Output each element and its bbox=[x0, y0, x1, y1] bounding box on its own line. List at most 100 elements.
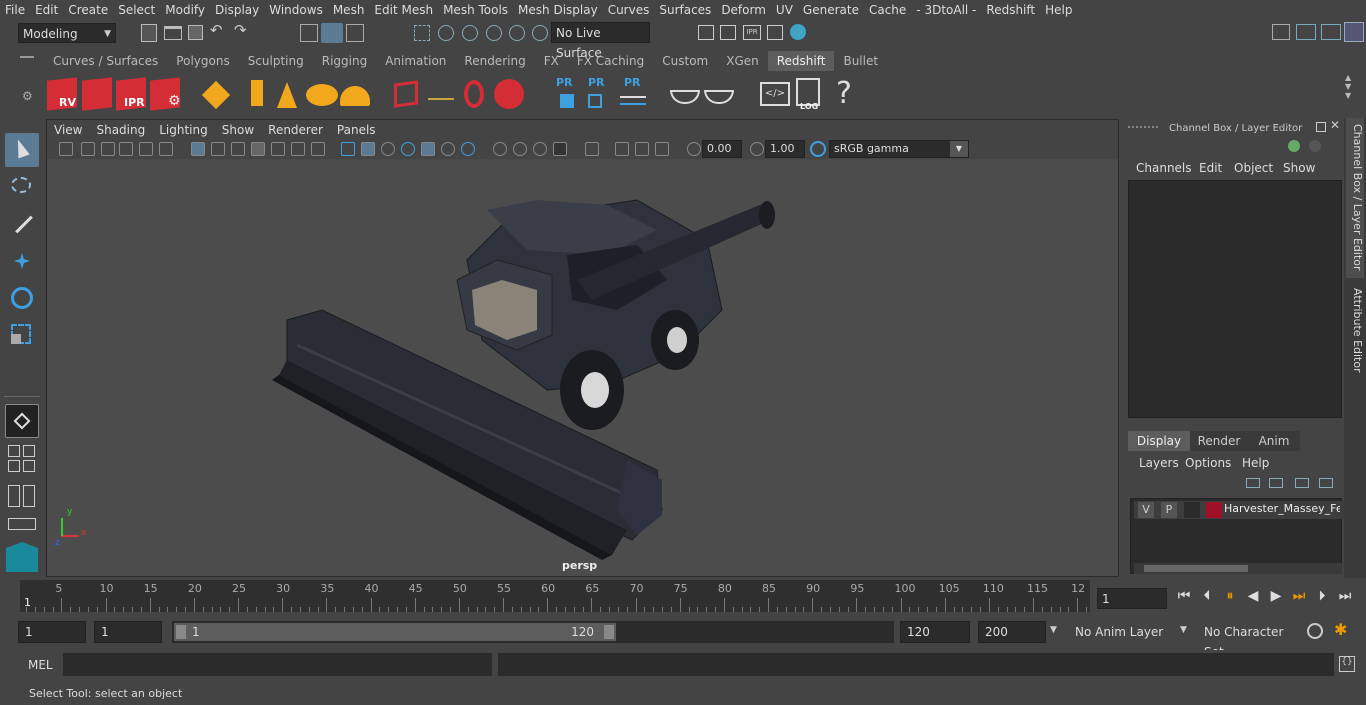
float-panel-icon[interactable] bbox=[1316, 122, 1326, 132]
xray-joints-icon[interactable] bbox=[615, 142, 629, 156]
anim-layer-chevron-icon[interactable]: ▼ bbox=[1050, 625, 1057, 635]
bake-set-icon[interactable] bbox=[702, 76, 736, 112]
layer-playback-toggle[interactable]: P bbox=[1161, 502, 1177, 518]
redshift-light-cone-icon[interactable] bbox=[270, 76, 304, 112]
attribute-editor-toggle-icon[interactable] bbox=[1321, 24, 1341, 40]
new-layer-icon[interactable] bbox=[1295, 478, 1309, 488]
select-component-icon[interactable] bbox=[346, 24, 364, 42]
menu-file[interactable]: File bbox=[0, 0, 30, 20]
layer-row[interactable]: V P Harvester_Massey_Ferg bbox=[1134, 501, 1344, 519]
auto-key-icon[interactable] bbox=[1307, 623, 1323, 639]
go-to-end-icon[interactable]: ⏭ bbox=[1337, 588, 1353, 604]
ipr-render-icon[interactable]: IPR bbox=[743, 25, 761, 40]
tab-polygons[interactable]: Polygons bbox=[167, 51, 238, 71]
redshift-render-view-icon[interactable]: RV bbox=[45, 76, 79, 112]
modeling-toolkit-icon[interactable] bbox=[1296, 24, 1316, 40]
viewport-menu-panels[interactable]: Panels bbox=[330, 123, 383, 137]
camera-attr-icon[interactable] bbox=[81, 142, 95, 156]
move-tool-icon[interactable] bbox=[5, 245, 39, 279]
menu-cache[interactable]: Cache bbox=[864, 0, 911, 20]
undo-icon[interactable]: ↶ bbox=[210, 21, 223, 39]
move-layer-down-icon[interactable] bbox=[1269, 478, 1283, 488]
motion-blur-icon[interactable] bbox=[493, 142, 507, 156]
mode-selector[interactable]: Modeling ▼ bbox=[18, 23, 116, 43]
snap-curve-icon[interactable] bbox=[438, 25, 454, 41]
tab-fx[interactable]: FX bbox=[535, 51, 568, 71]
redshift-curve-icon[interactable] bbox=[460, 76, 494, 112]
select-tool-icon[interactable] bbox=[5, 133, 39, 167]
new-scene-icon[interactable] bbox=[141, 24, 157, 42]
channel-box-toggle-icon[interactable] bbox=[1344, 22, 1364, 42]
ambient-occlusion-icon[interactable] bbox=[461, 142, 475, 156]
tab-attribute-editor[interactable]: Attribute Editor bbox=[1346, 282, 1364, 382]
layout-four-icon[interactable] bbox=[23, 445, 35, 457]
color-management-icon[interactable] bbox=[810, 141, 826, 157]
menu-edit[interactable]: Edit bbox=[1199, 161, 1222, 175]
redshift-batch-render-icon[interactable] bbox=[80, 76, 114, 112]
character-set-dropdown[interactable]: No Character Set bbox=[1197, 621, 1297, 659]
render-view-icon[interactable] bbox=[698, 25, 714, 40]
menu-edit[interactable]: Edit bbox=[30, 0, 63, 20]
play-forward-icon[interactable]: ▶ bbox=[1268, 588, 1284, 604]
select-object-icon[interactable] bbox=[321, 23, 343, 43]
anim-layer-dropdown[interactable]: No Anim Layer bbox=[1068, 621, 1180, 643]
animation-prefs-icon[interactable]: ✱ bbox=[1334, 620, 1347, 639]
depth-of-field-icon[interactable] bbox=[533, 142, 547, 156]
use-lights-icon[interactable] bbox=[421, 142, 435, 156]
viewport-menu-shading[interactable]: Shading bbox=[89, 123, 152, 137]
menu-surfaces[interactable]: Surfaces bbox=[654, 0, 716, 20]
viewport-menu-lighting[interactable]: Lighting bbox=[152, 123, 215, 137]
shadows-icon[interactable] bbox=[441, 142, 455, 156]
tab-bullet[interactable]: Bullet bbox=[834, 51, 887, 71]
redo-icon[interactable]: ↷ bbox=[234, 21, 247, 39]
layer-scrollbar[interactable] bbox=[1134, 563, 1342, 574]
film-gate-icon[interactable] bbox=[211, 142, 225, 156]
menu-channels[interactable]: Channels bbox=[1136, 161, 1192, 175]
playback-start-field[interactable]: 1 bbox=[94, 621, 162, 643]
image-plane-icon[interactable] bbox=[119, 142, 133, 156]
exposure-icon[interactable] bbox=[687, 142, 701, 156]
tab-display[interactable]: Display bbox=[1128, 431, 1190, 451]
menu-help[interactable]: Help bbox=[1242, 456, 1269, 470]
tab-rendering[interactable]: Rendering bbox=[455, 51, 534, 71]
rotate-tool-icon[interactable] bbox=[5, 281, 39, 315]
scale-tool-icon[interactable] bbox=[5, 318, 39, 352]
camera-select-icon[interactable] bbox=[59, 142, 73, 156]
help-icon[interactable]: ? bbox=[830, 76, 864, 112]
menu-layers[interactable]: Layers bbox=[1139, 456, 1179, 470]
open-scene-icon[interactable] bbox=[164, 26, 182, 40]
tab-curves-surfaces[interactable]: Curves / Surfaces bbox=[44, 51, 167, 71]
layer-type-toggle[interactable] bbox=[1184, 502, 1200, 518]
character-set-chevron-icon[interactable]: ▼ bbox=[1180, 625, 1187, 635]
textured-icon[interactable] bbox=[401, 142, 415, 156]
tab-channel-box[interactable]: Channel Box / Layer Editor bbox=[1346, 118, 1364, 278]
range-start-handle[interactable] bbox=[176, 625, 186, 639]
viewport-menu-show[interactable]: Show bbox=[215, 123, 261, 137]
tab-animation[interactable]: Animation bbox=[376, 51, 455, 71]
grease-pencil-icon[interactable] bbox=[159, 142, 173, 156]
channel-box-dot-icon[interactable] bbox=[1309, 140, 1321, 152]
tab-redshift[interactable]: Redshift bbox=[767, 51, 835, 71]
resolution-gate-icon[interactable] bbox=[231, 142, 245, 156]
xray-active-icon[interactable] bbox=[635, 142, 649, 156]
menu-mesh[interactable]: Mesh bbox=[328, 0, 370, 20]
field-chart-icon[interactable] bbox=[271, 142, 285, 156]
redshift-proxy-icon[interactable] bbox=[200, 76, 234, 112]
tab-sculpting[interactable]: Sculpting bbox=[239, 51, 313, 71]
snap-live-icon[interactable] bbox=[532, 25, 548, 41]
menu-select[interactable]: Select bbox=[113, 0, 160, 20]
last-tool-icon[interactable] bbox=[5, 404, 39, 438]
viewport-menu-renderer[interactable]: Renderer bbox=[261, 123, 330, 137]
menu-3dtoall[interactable]: - 3DtoAll - bbox=[911, 0, 981, 20]
script-language-label[interactable]: MEL bbox=[28, 658, 53, 672]
twod-pan-icon[interactable] bbox=[139, 142, 153, 156]
menu-object[interactable]: Object bbox=[1234, 161, 1273, 175]
layer-name[interactable]: Harvester_Massey_Ferg bbox=[1224, 502, 1340, 515]
redshift-dome-light-icon[interactable] bbox=[338, 76, 372, 112]
viewport-menu-view[interactable]: View bbox=[47, 123, 89, 137]
step-back-key-icon[interactable]: ⏸ bbox=[1222, 588, 1238, 604]
menu-deform[interactable]: Deform bbox=[716, 0, 771, 20]
move-layer-up-icon[interactable] bbox=[1246, 478, 1260, 488]
new-layer-selected-icon[interactable] bbox=[1319, 478, 1333, 488]
pr-swap-icon[interactable]: PR bbox=[618, 76, 652, 112]
